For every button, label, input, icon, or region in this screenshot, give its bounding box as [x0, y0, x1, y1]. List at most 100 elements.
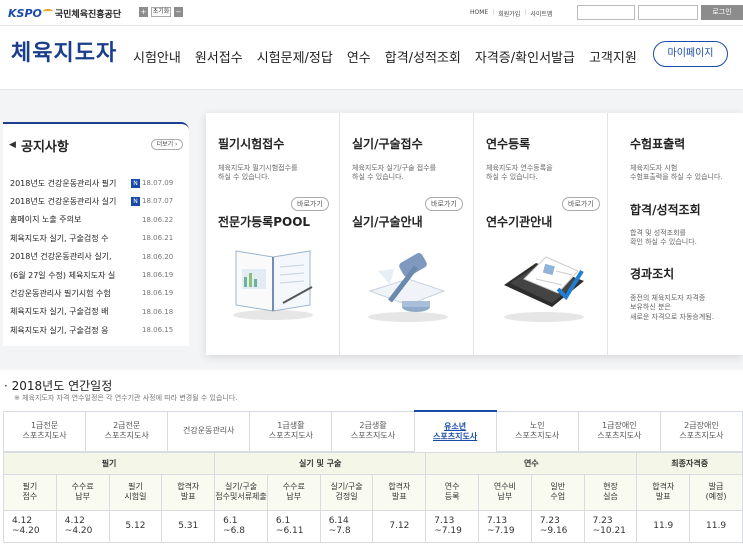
- notice-item-date: 18.06.21: [142, 234, 174, 243]
- written-exam-title[interactable]: 필기시험접수: [218, 135, 284, 152]
- training-go-button[interactable]: 바로가기: [562, 197, 600, 211]
- desc-line: 하실 수 있습니다.: [352, 173, 404, 182]
- login-button[interactable]: 로그인: [701, 5, 743, 20]
- gnb-item-questions[interactable]: 시험문제/정답: [257, 47, 333, 66]
- font-size-up-button[interactable]: +: [139, 7, 148, 17]
- gnb-item-application[interactable]: 원서접수: [195, 47, 243, 66]
- schedule-header-cell: 현장 실습: [583, 473, 638, 511]
- go-label: 바로가기: [431, 200, 457, 208]
- exam-ticket-title[interactable]: 수험표출력: [630, 135, 685, 152]
- site-title[interactable]: 체육지도자: [11, 35, 117, 67]
- header-line: 필기: [128, 482, 143, 491]
- notice-item-title: 건강운동관리사 필기시험 수험: [10, 288, 111, 298]
- notice-more-button[interactable]: 더보기 ›: [151, 139, 183, 150]
- schedule-header-cell: 수수료 납부: [266, 473, 321, 511]
- schedule-value-cell: 4.12 ~4.20: [3, 509, 57, 543]
- value-line: 7.12: [389, 520, 410, 531]
- header-line: 발표: [655, 492, 671, 501]
- schedule-value-cell: 7.12: [372, 509, 427, 543]
- font-size-down-button[interactable]: −: [174, 7, 183, 17]
- written-go-button[interactable]: 바로가기: [291, 197, 329, 211]
- header-line: 실습: [603, 492, 618, 501]
- tab-label-line2: 스포츠지도사: [597, 431, 642, 440]
- id-input[interactable]: [577, 5, 635, 20]
- tab-license-3[interactable]: 건강운동관리사: [167, 410, 251, 452]
- tab-license-8[interactable]: 1급장애인 스포츠지도사: [577, 410, 661, 452]
- notice-item[interactable]: 체육지도자 실기, 구술검정 배 18.06.18: [10, 305, 188, 319]
- header-line: 납부: [497, 492, 513, 501]
- tab-label-line1: 1급장애인: [602, 421, 637, 430]
- notice-item-date: 18.06.19: [142, 289, 174, 298]
- divider: |: [492, 9, 495, 16]
- practical-title[interactable]: 실기/구술접수: [352, 135, 423, 152]
- gnb-item-training[interactable]: 연수: [347, 47, 371, 66]
- schedule-header-cell: 합격자 발표: [372, 473, 427, 511]
- util-links: HOME | 회원가입 | 사이트맵: [470, 9, 552, 18]
- notice-item[interactable]: 2018년 건강운동관리사 실기, 18.06.20: [10, 250, 188, 264]
- tab-license-6[interactable]: 유소년 스포츠지도사: [413, 410, 497, 451]
- notice-item[interactable]: 2018년도 건강운동관리사 필기 N 18.07.09: [10, 176, 188, 190]
- new-badge: N: [131, 196, 140, 206]
- tab-license-4[interactable]: 1급생활 스포츠지도사: [249, 410, 333, 452]
- open-book-icon: [233, 250, 313, 320]
- value-line: 4.12: [12, 515, 33, 526]
- password-input[interactable]: [638, 5, 698, 20]
- schedule-value-cell: 7.13 ~7.19: [478, 509, 532, 543]
- header-line: 납부: [286, 492, 302, 501]
- tab-license-7[interactable]: 노인 스포츠지도사: [495, 410, 579, 452]
- notice-item[interactable]: 홈페이지 노출 주의보 18.06.22: [10, 213, 188, 227]
- schedule-value-cell: 5.31: [161, 509, 216, 543]
- value-line: ~6.8: [223, 526, 245, 536]
- tab-license-2[interactable]: 2급전문 스포츠지도사: [85, 410, 169, 452]
- sitemap-link[interactable]: 사이트맵: [530, 9, 552, 18]
- value-line: ~7.19: [487, 526, 515, 536]
- notice-panel: ◀ 공지사항 더보기 › 2018년도 건강운동관리사 필기 N 18.07.09 2…: [3, 122, 189, 346]
- notice-item[interactable]: 체육지도자 실기, 구술검정 수 18.06.21: [10, 231, 188, 245]
- notice-item[interactable]: 건강운동관리사 필기시험 수험 18.06.19: [10, 286, 188, 300]
- reset-label: 초기화: [152, 8, 170, 15]
- value-line: 7.23: [539, 515, 560, 526]
- schedule-header-cell: 수수료 납부: [55, 473, 110, 511]
- training-title[interactable]: 연수등록: [486, 135, 530, 152]
- expert-pool-title[interactable]: 전문가등록POOL: [218, 213, 310, 230]
- training-institution-title[interactable]: 연수기관안내: [486, 213, 552, 230]
- gnb-item-support[interactable]: 고객지원: [589, 47, 637, 66]
- tab-license-1[interactable]: 1급전문 스포츠지도사: [2, 410, 87, 452]
- join-link[interactable]: 회원가입: [498, 9, 520, 18]
- schedule-value-cell: 6.1 ~6.11: [266, 509, 321, 543]
- reset-button[interactable]: 초기화: [151, 7, 171, 17]
- license-tabs: 1급전문 스포츠지도사 2급전문 스포츠지도사 건강운동관리사 1급생활 스포츠지도사 2급생…: [2, 410, 743, 452]
- header-line: 실기/구술: [224, 482, 258, 491]
- tab-label-line2: 스포츠지도사: [350, 431, 396, 440]
- schedule-table: 1급전문 스포츠지도사 2급전문 스포츠지도사 건강운동관리사 1급생활 스포츠지도사 2급생…: [2, 410, 743, 555]
- practical-go-button[interactable]: 바로가기: [425, 197, 463, 211]
- value-line: ~7.8: [328, 526, 351, 536]
- tab-license-9[interactable]: 2급장애인 스포츠지도사: [659, 410, 743, 452]
- schedule-value-cell: 11.9: [689, 509, 743, 543]
- mypage-button[interactable]: 마이페이지: [653, 41, 728, 67]
- notice-item-date: 18.07.09: [142, 179, 174, 187]
- header-line: 접수및서류제출: [215, 492, 267, 501]
- desc-line: 하실 수 있습니다.: [218, 173, 270, 182]
- gnb-item-certificate[interactable]: 자격증/확인서발급: [475, 47, 575, 66]
- gnb-item-exam-info[interactable]: 시험안내: [133, 47, 181, 66]
- value-line: 11.9: [706, 520, 727, 531]
- value-line: 6.1: [223, 515, 238, 526]
- kspo-logo[interactable]: KSPO 국민체육진흥공단: [8, 6, 121, 20]
- notice-item[interactable]: (6월 27일 수정) 체육지도자 실 18.06.19: [10, 268, 188, 282]
- schedule-title: · 2018년도 연간일정: [4, 379, 113, 393]
- practical-desc: 체육지도자 실기/구술 접수를 하실 수 있습니다.: [352, 164, 436, 183]
- practical-info-title[interactable]: 실기/구술안내: [352, 213, 423, 230]
- notice-item-title: 홈페이지 노출 주의보: [10, 215, 82, 225]
- home-link[interactable]: HOME: [470, 9, 488, 18]
- gnb-item-results[interactable]: 합격/성적조회: [385, 47, 461, 66]
- gavel-icon: [368, 253, 448, 322]
- tab-license-5[interactable]: 2급생활 스포츠지도사: [331, 410, 415, 452]
- transition-title[interactable]: 경과조치: [630, 265, 674, 282]
- header-line: 합격자: [652, 482, 675, 491]
- tab-label-line1: 노인: [529, 421, 545, 430]
- transition-desc: 종전의 체육지도자 자격증 보유하신 분은 새로운 자격으로 자동승계됨.: [630, 294, 714, 322]
- result-title[interactable]: 합격/성적조회: [630, 201, 701, 218]
- notice-item[interactable]: 2018년도 건강운동관리사 실기 N 18.07.07: [10, 194, 188, 208]
- notice-item[interactable]: 체육지도자 실기, 구술검정 응 18.06.15: [10, 323, 188, 337]
